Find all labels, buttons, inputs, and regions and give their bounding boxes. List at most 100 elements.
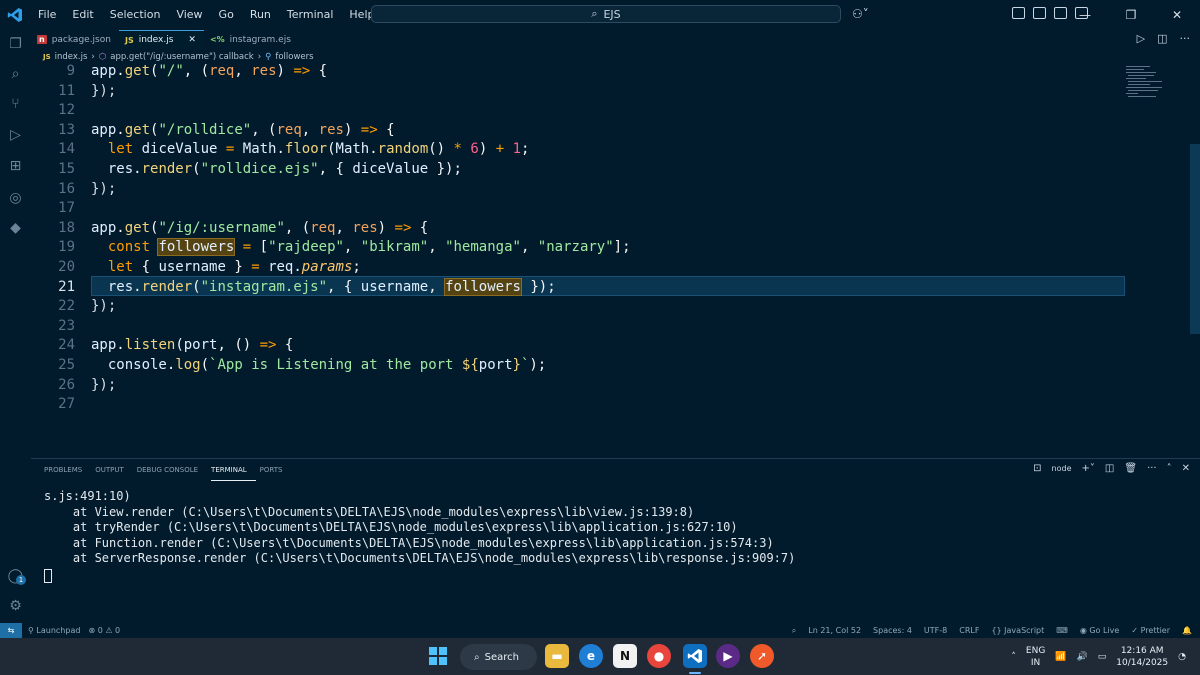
terminal-line: at tryRender (C:\Users\t\Documents\DELTA…	[44, 520, 738, 534]
prettier-status[interactable]: ✓ Prettier	[1131, 626, 1170, 635]
terminal-name[interactable]: node	[1052, 464, 1072, 473]
settings-gear-icon[interactable]: ⚙	[7, 598, 24, 615]
editor-scrollbar[interactable]	[1190, 144, 1200, 334]
line-number: 14	[58, 141, 75, 158]
close-tab-icon[interactable]: ✕	[188, 35, 196, 45]
media-player-icon[interactable]: ▶	[716, 644, 740, 668]
line-number: 12	[58, 102, 75, 119]
menu-file[interactable]: File	[30, 0, 64, 30]
breadcrumb: JS index.js › ⬡ app.get("/ig/:username")…	[31, 49, 1200, 64]
menu-terminal[interactable]: Terminal	[279, 0, 342, 30]
zoom-icon[interactable]: ⌕	[792, 626, 796, 636]
customize-layout-icon[interactable]	[1012, 7, 1025, 19]
show-hidden-icons-icon[interactable]: ˄	[1011, 652, 1016, 662]
tab-problems[interactable]: PROBLEMS	[44, 459, 91, 481]
breadcrumb-symbol[interactable]: followers	[275, 52, 313, 62]
command-center-search[interactable]: ⌕ EJS	[371, 5, 841, 23]
close-icon[interactable]: ✕	[1154, 0, 1200, 30]
code-line: 26});	[31, 376, 116, 396]
language-mode[interactable]: {} JavaScript	[991, 626, 1044, 635]
docker-icon[interactable]: ◆	[7, 220, 24, 237]
menu-run[interactable]: Run	[242, 0, 279, 30]
tab-index-js[interactable]: JS index.js ✕	[118, 30, 204, 49]
notion-icon[interactable]: N	[613, 644, 637, 668]
problems-status[interactable]: ⊗ 0 ⚠ 0	[88, 626, 120, 635]
toggle-primary-sidebar-icon[interactable]	[1033, 7, 1046, 19]
remote-explorer-icon[interactable]: ◎	[7, 190, 24, 207]
windows-taskbar: ⌕ Search ▬ e N ● ▶ ➚ ˄ ENG IN 📶 🔊 ▭ 12:1…	[0, 638, 1200, 675]
search-icon[interactable]: ⌕	[7, 66, 24, 83]
battery-icon[interactable]: ▭	[1098, 652, 1107, 662]
extensions-icon[interactable]: ⊞	[7, 158, 24, 175]
vscode-logo-icon	[0, 0, 30, 30]
close-panel-icon[interactable]: ✕	[1182, 463, 1190, 474]
line-number: 9	[66, 64, 75, 79]
menu-edit[interactable]: Edit	[64, 0, 101, 30]
split-terminal-icon[interactable]: ◫	[1105, 463, 1114, 474]
minimap[interactable]	[1124, 64, 1188, 458]
new-terminal-icon[interactable]: +˅	[1082, 463, 1095, 474]
vscode-taskbar-icon[interactable]	[683, 644, 707, 668]
tab-debug-console[interactable]: DEBUG CONSOLE	[137, 459, 207, 481]
breadcrumb-file[interactable]: index.js	[55, 52, 88, 62]
menu-view[interactable]: View	[168, 0, 210, 30]
menu-selection[interactable]: Selection	[102, 0, 169, 30]
file-explorer-icon[interactable]: ▬	[545, 644, 569, 668]
run-debug-icon[interactable]: ▷	[7, 127, 24, 144]
terminal-cursor	[44, 568, 52, 583]
windows-start-icon[interactable]	[426, 644, 450, 668]
maximize-panel-icon[interactable]: ˄	[1167, 463, 1172, 474]
tab-instagram-ejs[interactable]: <% instagram.ejs	[204, 30, 299, 49]
terminal-line: at View.render (C:\Users\t\Documents\DEL…	[44, 504, 695, 519]
language-indicator[interactable]: ENG IN	[1026, 645, 1045, 669]
code-line: 24 app.listen(port, () => {	[31, 336, 293, 356]
restore-icon[interactable]: ❐	[1108, 0, 1154, 30]
taskbar-search[interactable]: ⌕ Search	[460, 644, 537, 670]
chevron-right-icon: ›	[257, 51, 262, 62]
split-editor-icon[interactable]: ◫	[1157, 32, 1167, 45]
date-text: 10/14/2025	[1116, 658, 1169, 668]
postman-icon[interactable]: ➚	[750, 644, 774, 668]
code-line: 27	[31, 395, 75, 415]
time-text: 12:16 AM	[1120, 646, 1164, 656]
volume-icon[interactable]: 🔊	[1077, 652, 1088, 662]
cursor-position[interactable]: Ln 21, Col 52	[808, 626, 861, 635]
chrome-icon[interactable]: ●	[647, 644, 671, 668]
copilot-icon[interactable]: ⚇˅	[852, 7, 869, 21]
source-control-icon[interactable]: ⑂	[7, 96, 24, 113]
more-actions-icon[interactable]: ···	[1147, 463, 1157, 474]
code-line: 23	[31, 317, 75, 337]
clock[interactable]: 12:16 AM 10/14/2025	[1116, 645, 1168, 669]
encoding[interactable]: UTF-8	[924, 626, 947, 635]
explorer-icon[interactable]: ❐	[7, 36, 24, 53]
code-line: 16});	[31, 180, 116, 200]
launchpad-label: Launchpad	[36, 626, 81, 635]
remote-indicator-icon[interactable]: ⇆	[0, 623, 22, 638]
notification-center-icon[interactable]: ◔	[1178, 652, 1186, 662]
feedback-icon[interactable]: ⌨	[1056, 626, 1068, 635]
terminal-output[interactable]: s.js:491:10) at View.render (C:\Users\t\…	[44, 489, 795, 587]
notifications-icon[interactable]: 🔔	[1182, 626, 1192, 635]
tab-terminal[interactable]: TERMINAL	[211, 459, 256, 481]
launchpad-item[interactable]: ⚲ Launchpad	[28, 626, 80, 635]
line-number: 15	[58, 161, 75, 177]
more-actions-icon[interactable]: ···	[1180, 32, 1191, 45]
tab-output[interactable]: OUTPUT	[95, 459, 133, 481]
menu-go[interactable]: Go	[211, 0, 242, 30]
wifi-icon[interactable]: 📶	[1055, 652, 1066, 662]
end-of-line[interactable]: CRLF	[959, 626, 979, 635]
kill-terminal-icon[interactable]: 🗑	[1124, 463, 1137, 474]
run-file-icon[interactable]: ▷	[1137, 32, 1145, 45]
prettier-label: Prettier	[1140, 626, 1171, 635]
code-line: 25 console.log(`App is Listening at the …	[31, 356, 546, 376]
line-number: 19	[58, 239, 75, 256]
edge-browser-icon[interactable]: e	[579, 644, 603, 668]
tab-package-json[interactable]: n package.json	[31, 30, 119, 49]
breadcrumb-callback[interactable]: app.get("/ig/:username") callback	[110, 52, 253, 62]
go-live-button[interactable]: ◉ Go Live	[1080, 626, 1120, 635]
minimize-icon[interactable]: —	[1062, 0, 1108, 30]
code-editor[interactable]: 9 app.get("/", (req, res) => { 11}); 12 1…	[31, 64, 1200, 458]
code-line: 21 res.render("instagram.ejs", { usernam…	[31, 277, 556, 298]
indentation[interactable]: Spaces: 4	[873, 626, 912, 635]
tab-ports[interactable]: PORTS	[260, 459, 292, 481]
